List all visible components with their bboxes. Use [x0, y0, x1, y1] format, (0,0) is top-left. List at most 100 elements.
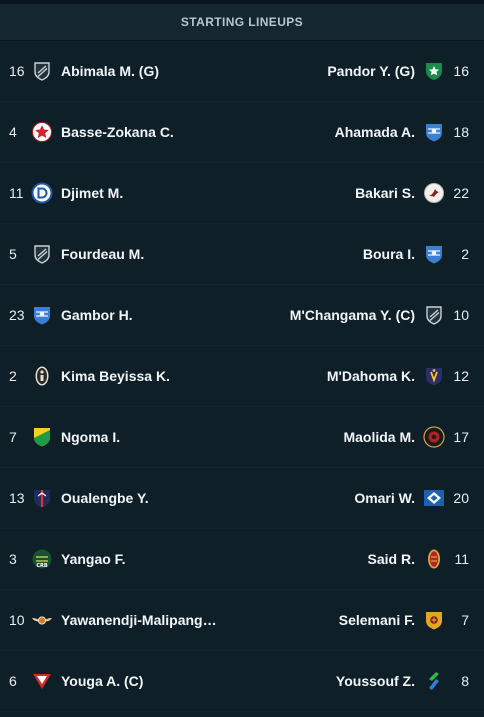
home-player-number: 3 [9, 551, 17, 567]
generic-shield-icon [423, 304, 445, 326]
home-player-name: Abimala M. (G) [61, 63, 160, 79]
navy-yellow-crest-icon [423, 365, 445, 387]
away-player-name: Boura I. [362, 246, 415, 262]
away-player-name: M'Changama Y. (C) [289, 307, 415, 323]
home-player-number: 2 [9, 368, 17, 384]
red-white-chevron-icon [31, 670, 53, 692]
navy-red-shield-icon [31, 487, 53, 509]
home-player-name: Ngoma I. [61, 429, 121, 445]
away-player[interactable]: Said R. 11 [239, 548, 484, 570]
home-player-number: 13 [9, 490, 25, 506]
home-player[interactable]: 5 Fourdeau M. [0, 243, 239, 265]
home-player[interactable]: 10 Yawanendji-Malipang… [0, 609, 239, 631]
section-title: STARTING LINEUPS [180, 15, 304, 29]
away-player[interactable]: Selemani F. 7 [239, 609, 484, 631]
away-player[interactable]: Ahamada A. 18 [239, 121, 484, 143]
home-player-name: Kima Beyissa K. [61, 368, 170, 384]
black-red-badge-icon [423, 426, 445, 448]
section-header: STARTING LINEUPS [0, 4, 484, 41]
blue-crest-icon [423, 243, 445, 265]
yellow-green-shield-icon [31, 426, 53, 448]
away-player-name: Bakari S. [355, 185, 415, 201]
away-player-number: 20 [453, 490, 469, 506]
generic-shield-icon [31, 60, 53, 82]
away-player-name: Youssouf Z. [335, 673, 415, 689]
home-player-number: 5 [9, 246, 17, 262]
blue-crest-icon [423, 121, 445, 143]
away-player-name: Ahamada A. [334, 124, 415, 140]
home-player-number: 10 [9, 612, 25, 628]
home-player[interactable]: 13 Oualengbe Y. [0, 487, 239, 509]
lineup-row: 16 Abimala M. (G) Pandor Y. (G) 16 [0, 41, 484, 102]
bird-crest-icon [423, 182, 445, 204]
home-player-name: Gambor H. [61, 307, 133, 323]
home-player[interactable]: 3 CRB Yangao F. [0, 548, 239, 570]
home-player-number: 7 [9, 429, 17, 445]
green-blue-slash-icon [423, 670, 445, 692]
red-star-crest-icon [31, 121, 53, 143]
home-player-number: 16 [9, 63, 25, 79]
home-player-number: 11 [9, 185, 24, 201]
dark-figure-crest-icon [31, 365, 53, 387]
home-player-name: Basse-Zokana C. [61, 124, 174, 140]
lineup-row: 13 Oualengbe Y. Omari W. 20 [0, 468, 484, 529]
home-player[interactable]: 7 Ngoma I. [0, 426, 239, 448]
away-player-number: 7 [461, 612, 469, 628]
away-player-number: 16 [453, 63, 469, 79]
away-player-number: 11 [454, 551, 469, 567]
away-player[interactable]: Pandor Y. (G) 16 [239, 60, 484, 82]
home-player-name: Yawanendji-Malipang… [61, 612, 217, 628]
blue-d-crest-icon [31, 182, 53, 204]
home-player[interactable]: 11 Djimet M. [0, 182, 239, 204]
blue-diamond-flag-icon [423, 487, 445, 509]
blue-crest-icon [31, 304, 53, 326]
home-player-name: Yangao F. [61, 551, 126, 567]
away-player-number: 12 [453, 368, 469, 384]
lineup-row: 4 Basse-Zokana C. Ahamada A. 18 [0, 102, 484, 163]
home-player[interactable]: 16 Abimala M. (G) [0, 60, 239, 82]
home-player[interactable]: 2 Kima Beyissa K. [0, 365, 239, 387]
lineup-row: 5 Fourdeau M. Boura I. 2 [0, 224, 484, 285]
home-player-name: Fourdeau M. [61, 246, 145, 262]
home-player[interactable]: 23 Gambor H. [0, 304, 239, 326]
away-player[interactable]: Boura I. 2 [239, 243, 484, 265]
lineup-row: 11 Djimet M. Bakari S. 22 [0, 163, 484, 224]
home-player-name: Youga A. (C) [61, 673, 144, 689]
away-player-name: Selemani F. [338, 612, 415, 628]
home-player-number: 6 [9, 673, 17, 689]
away-player-number: 8 [461, 673, 469, 689]
lineup-row: 10 Yawanendji-Malipang… Selemani F. 7 [0, 590, 484, 651]
lineup-row: 6 Youga A. (C) Youssouf Z. 8 [0, 651, 484, 712]
home-player[interactable]: 4 Basse-Zokana C. [0, 121, 239, 143]
home-player-name: Djimet M. [61, 185, 124, 201]
gold-shield-icon [423, 609, 445, 631]
away-player-number: 22 [453, 185, 469, 201]
away-player-number: 10 [453, 307, 469, 323]
green-star-crest-icon [423, 60, 445, 82]
lineup-list: 16 Abimala M. (G) Pandor Y. (G) 16 4 Basse-Zo… [0, 41, 484, 712]
away-player-name: Pandor Y. (G) [327, 63, 415, 79]
away-player-name: M'Dahoma K. [326, 368, 415, 384]
svg-text:CRB: CRB [36, 563, 48, 569]
away-player-name: Omari W. [354, 490, 415, 506]
winged-crest-icon [31, 609, 53, 631]
generic-shield-icon [31, 243, 53, 265]
away-player[interactable]: Maolida M. 17 [239, 426, 484, 448]
lineup-row: 7 Ngoma I. Maolida M. 17 [0, 407, 484, 468]
home-player-number: 4 [9, 124, 17, 140]
away-player-number: 17 [453, 429, 469, 445]
away-player-name: Maolida M. [343, 429, 415, 445]
lineup-row: 2 Kima Beyissa K. M'Dahoma K. 12 [0, 346, 484, 407]
green-crb-crest-icon: CRB [31, 548, 53, 570]
away-player-number: 2 [461, 246, 469, 262]
away-player[interactable]: Bakari S. 22 [239, 182, 484, 204]
away-player[interactable]: M'Changama Y. (C) 10 [239, 304, 484, 326]
away-player-number: 18 [453, 124, 469, 140]
home-player-name: Oualengbe Y. [61, 490, 149, 506]
home-player-number: 23 [9, 307, 25, 323]
lineups-panel: STARTING LINEUPS 16 Abimala M. (G) Pandor … [0, 0, 484, 717]
home-player[interactable]: 6 Youga A. (C) [0, 670, 239, 692]
away-player[interactable]: M'Dahoma K. 12 [239, 365, 484, 387]
away-player[interactable]: Youssouf Z. 8 [239, 670, 484, 692]
away-player[interactable]: Omari W. 20 [239, 487, 484, 509]
